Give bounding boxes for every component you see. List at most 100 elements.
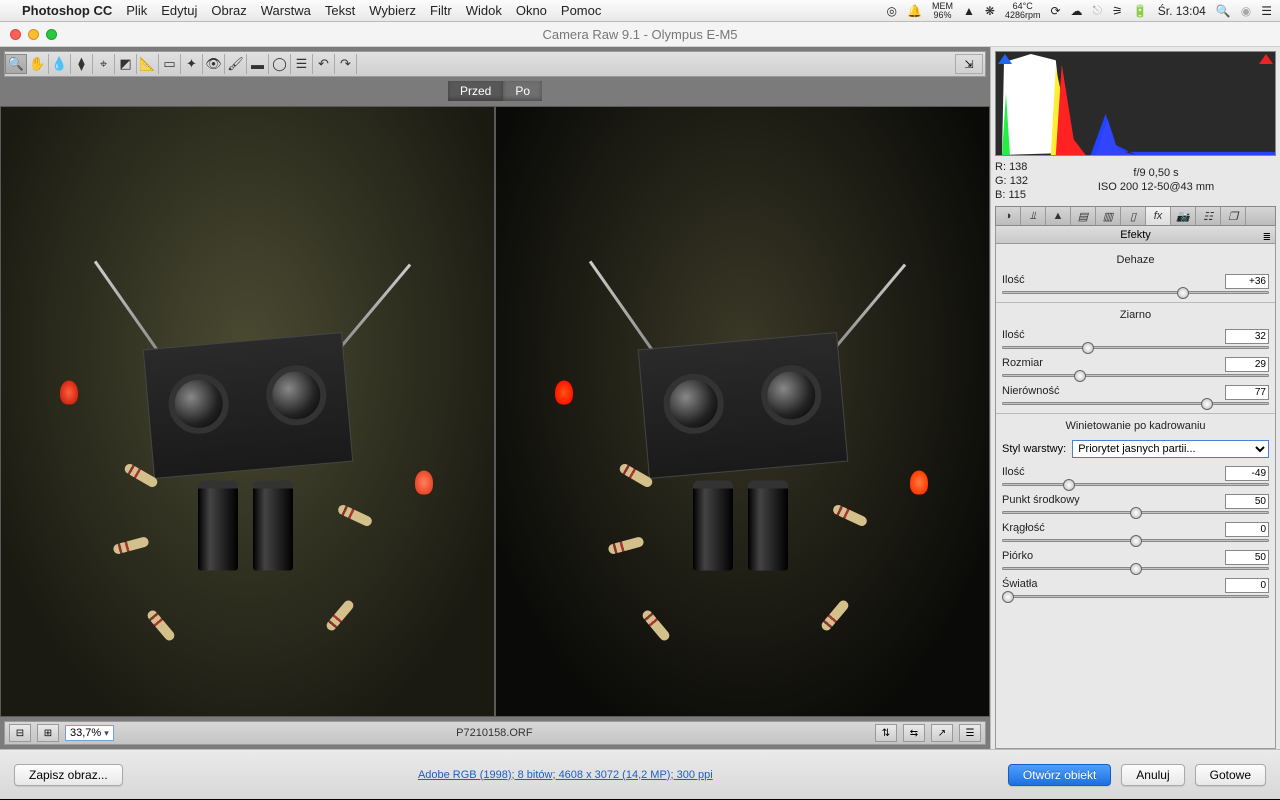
vignette-style-select[interactable]: Priorytet jasnych partii... bbox=[1072, 440, 1269, 458]
adjustment-brush-tool[interactable]: 🖌 bbox=[225, 54, 247, 74]
tab-lens[interactable]: ▯ bbox=[1121, 207, 1146, 225]
notif-icon[interactable]: 🔔 bbox=[907, 4, 922, 18]
cancel-button[interactable]: Anuluj bbox=[1121, 764, 1184, 786]
menu-tekst[interactable]: Tekst bbox=[325, 3, 355, 18]
red-eye-tool[interactable]: 👁 bbox=[203, 54, 225, 74]
vignette-round-slider[interactable] bbox=[1002, 539, 1269, 542]
app-name[interactable]: Photoshop CC bbox=[22, 3, 112, 18]
vignette-amount-input[interactable] bbox=[1225, 466, 1269, 481]
vignette-feather-input[interactable] bbox=[1225, 550, 1269, 565]
panel-menu-icon[interactable]: ≣ bbox=[1263, 229, 1271, 247]
tab-detail[interactable]: ▲ bbox=[1046, 207, 1071, 225]
zoom-tool[interactable]: 🔍 bbox=[5, 54, 27, 74]
grain-size-input[interactable] bbox=[1225, 357, 1269, 372]
zoom-in-button[interactable]: ⊞ bbox=[37, 724, 59, 742]
crop-tool[interactable]: ◩ bbox=[115, 54, 137, 74]
view-options-button[interactable]: ☰ bbox=[959, 724, 981, 742]
workflow-options-link[interactable]: Adobe RGB (1998); 8 bitów; 4608 x 3072 (… bbox=[133, 769, 998, 781]
cc-icon[interactable]: ◎ bbox=[887, 4, 897, 18]
save-image-button[interactable]: Zapisz obraz... bbox=[14, 764, 123, 786]
control-center-icon[interactable]: ☰ bbox=[1261, 4, 1272, 18]
toggle-fullscreen-button[interactable]: ⇲ bbox=[955, 54, 983, 74]
clock[interactable]: Śr. 13:04 bbox=[1158, 4, 1206, 18]
swap-view-button[interactable]: ⇆ bbox=[903, 724, 925, 742]
tab-camera[interactable]: 📷 bbox=[1171, 207, 1196, 225]
vignette-feather-label: Piórko bbox=[1002, 550, 1033, 565]
panel-tabs: ◑ ⫫ ▲ ▤ ▥ ▯ fx 📷 ☷ ❐ bbox=[995, 206, 1276, 226]
copy-settings-button[interactable]: ↗ bbox=[931, 724, 953, 742]
fan-icon[interactable]: ❋ bbox=[985, 4, 995, 18]
spotlight-icon[interactable]: 🔍 bbox=[1216, 4, 1231, 18]
tab-after[interactable]: Po bbox=[503, 81, 542, 101]
grain-rough-input[interactable] bbox=[1225, 385, 1269, 400]
spot-removal-tool[interactable]: ✦ bbox=[181, 54, 203, 74]
rotate-right-tool[interactable]: ↷ bbox=[335, 54, 357, 74]
vignette-mid-input[interactable] bbox=[1225, 494, 1269, 509]
hand-tool[interactable]: ✋ bbox=[27, 54, 49, 74]
menu-edytuj[interactable]: Edytuj bbox=[161, 3, 197, 18]
vignette-high-slider[interactable] bbox=[1002, 595, 1269, 598]
preview-before[interactable] bbox=[0, 106, 495, 717]
siri-icon[interactable]: ◉ bbox=[1241, 4, 1251, 18]
minimize-window-button[interactable] bbox=[28, 29, 39, 40]
tab-split[interactable]: ▥ bbox=[1096, 207, 1121, 225]
compare-mode-button[interactable]: ⇅ bbox=[875, 724, 897, 742]
done-button[interactable]: Gotowe bbox=[1195, 764, 1266, 786]
bluetooth-icon[interactable]: ⎋ bbox=[1093, 3, 1103, 18]
dehaze-amount-input[interactable] bbox=[1225, 274, 1269, 289]
battery-icon[interactable]: 🔋 bbox=[1133, 4, 1148, 18]
highlight-clip-icon[interactable] bbox=[1259, 54, 1273, 64]
grain-amount-slider[interactable] bbox=[1002, 346, 1269, 349]
white-balance-tool[interactable]: 💧 bbox=[49, 54, 71, 74]
grain-rough-label: Nierówność bbox=[1002, 385, 1059, 400]
menu-plik[interactable]: Plik bbox=[126, 3, 147, 18]
cloud-icon[interactable]: ☁ bbox=[1071, 4, 1083, 18]
istats-icon[interactable]: ▲ bbox=[963, 4, 975, 18]
wifi-icon[interactable]: ⚞ bbox=[1112, 4, 1123, 18]
open-object-button[interactable]: Otwórz obiekt bbox=[1008, 764, 1111, 786]
menu-pomoc[interactable]: Pomoc bbox=[561, 3, 601, 18]
temp-indicator: 64°C4286rpm bbox=[1005, 2, 1041, 20]
sync-icon[interactable]: ⟳ bbox=[1050, 4, 1060, 18]
menu-obraz[interactable]: Obraz bbox=[211, 3, 246, 18]
vignette-round-input[interactable] bbox=[1225, 522, 1269, 537]
tab-effects[interactable]: fx bbox=[1146, 207, 1171, 225]
exif-readout: f/9 0,50 sISO 200 12-50@43 mm bbox=[1036, 160, 1276, 202]
grain-size-slider[interactable] bbox=[1002, 374, 1269, 377]
tab-basic[interactable]: ◑ bbox=[996, 207, 1021, 225]
color-sampler-tool[interactable]: ⧫ bbox=[71, 54, 93, 74]
menu-filtr[interactable]: Filtr bbox=[430, 3, 452, 18]
tab-presets[interactable]: ☷ bbox=[1196, 207, 1221, 225]
shadow-clip-icon[interactable] bbox=[998, 54, 1012, 64]
dehaze-amount-slider[interactable] bbox=[1002, 291, 1269, 294]
dialog-footer: Zapisz obraz... Adobe RGB (1998); 8 bitó… bbox=[0, 749, 1280, 799]
straighten-tool[interactable]: 📐 bbox=[137, 54, 159, 74]
zoom-out-button[interactable]: ⊟ bbox=[9, 724, 31, 742]
zoom-window-button[interactable] bbox=[46, 29, 57, 40]
tab-snapshots[interactable]: ❐ bbox=[1221, 207, 1246, 225]
menu-widok[interactable]: Widok bbox=[466, 3, 502, 18]
targeted-adjust-tool[interactable]: ⌖ bbox=[93, 54, 115, 74]
histogram[interactable] bbox=[995, 51, 1276, 156]
menu-okno[interactable]: Okno bbox=[516, 3, 547, 18]
tab-before[interactable]: Przed bbox=[448, 81, 503, 101]
menu-warstwa[interactable]: Warstwa bbox=[261, 3, 311, 18]
vignette-high-input[interactable] bbox=[1225, 578, 1269, 593]
zoom-select[interactable]: 33,7% bbox=[65, 725, 114, 741]
vignette-mid-slider[interactable] bbox=[1002, 511, 1269, 514]
grain-rough-slider[interactable] bbox=[1002, 402, 1269, 405]
graduated-filter-tool[interactable]: ▬ bbox=[247, 54, 269, 74]
tab-hsl[interactable]: ▤ bbox=[1071, 207, 1096, 225]
vignette-feather-slider[interactable] bbox=[1002, 567, 1269, 570]
tab-curve[interactable]: ⫫ bbox=[1021, 207, 1046, 225]
close-window-button[interactable] bbox=[10, 29, 21, 40]
rotate-left-tool[interactable]: ↶ bbox=[313, 54, 335, 74]
preview-after[interactable] bbox=[495, 106, 990, 717]
vignette-amount-slider[interactable] bbox=[1002, 483, 1269, 486]
transform-tool[interactable]: ▭ bbox=[159, 54, 181, 74]
menu-wybierz[interactable]: Wybierz bbox=[369, 3, 416, 18]
prefs-tool[interactable]: ☰ bbox=[291, 54, 313, 74]
grain-amount-input[interactable] bbox=[1225, 329, 1269, 344]
window-titlebar: Camera Raw 9.1 - Olympus E-M5 bbox=[0, 22, 1280, 47]
radial-filter-tool[interactable]: ◯ bbox=[269, 54, 291, 74]
